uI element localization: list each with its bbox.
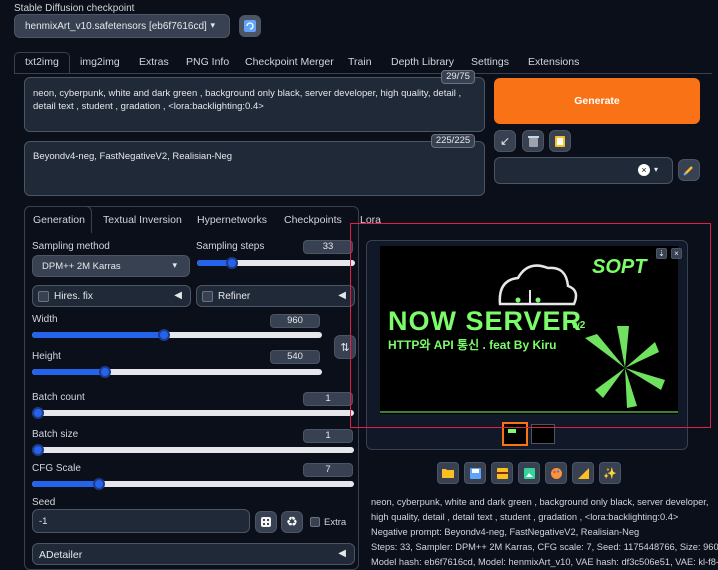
tab-checkpoint-merger[interactable]: Checkpoint Merger bbox=[245, 56, 334, 76]
adetailer-accordion[interactable]: ADetailer ◀ bbox=[32, 543, 355, 565]
prompt-token-counter: 29/75 bbox=[441, 70, 475, 84]
cfg-scale-label: CFG Scale bbox=[32, 463, 81, 474]
extra-checkbox[interactable] bbox=[310, 517, 320, 527]
height-label: Height bbox=[32, 351, 61, 362]
tab-txt2img[interactable]: txt2img bbox=[25, 56, 59, 76]
hires-fix-label: Hires. fix bbox=[54, 291, 93, 302]
chevron-down-icon: ▾ bbox=[210, 20, 215, 30]
refresh-icon[interactable] bbox=[239, 15, 261, 37]
clear-icon[interactable]: × bbox=[638, 164, 650, 176]
prompt-textarea[interactable]: neon, cyberpunk, white and dark green , … bbox=[24, 77, 485, 132]
seed-value: -1 bbox=[39, 516, 48, 527]
info-line-2: high quality, detail , detail text , stu… bbox=[371, 512, 679, 522]
batch-count-thumb[interactable] bbox=[32, 407, 44, 419]
chevron-down-icon: ▾ bbox=[172, 260, 177, 270]
cfg-scale-slider[interactable] bbox=[32, 478, 354, 490]
refiner-checkbox[interactable] bbox=[202, 291, 213, 302]
refiner-accordion[interactable]: Refiner ◀ bbox=[196, 285, 355, 307]
batch-size-label: Batch size bbox=[32, 429, 79, 440]
batch-count-input[interactable]: 1 bbox=[303, 392, 353, 406]
tab-settings[interactable]: Settings bbox=[471, 56, 509, 76]
adetailer-label: ADetailer bbox=[39, 549, 83, 561]
sparkle-icon[interactable]: ✨ bbox=[599, 462, 621, 484]
refiner-label: Refiner bbox=[218, 291, 251, 302]
send-to-extras-icon[interactable] bbox=[572, 462, 594, 484]
width-label: Width bbox=[32, 314, 58, 325]
negative-token-counter: 225/225 bbox=[431, 134, 475, 148]
subtab-textual-inversion[interactable]: Textual Inversion bbox=[103, 214, 182, 226]
checkpoint-select[interactable]: henmixArt_v10.safetensors [eb6f7616cd] ▾ bbox=[14, 14, 230, 38]
clipboard-icon[interactable] bbox=[549, 130, 571, 152]
sampling-steps-input[interactable]: 33 bbox=[303, 240, 353, 254]
tab-img2img[interactable]: img2img bbox=[80, 56, 120, 76]
trash-icon[interactable] bbox=[522, 130, 544, 152]
checkpoint-value: henmixArt_v10.safetensors [eb6f7616cd] bbox=[25, 21, 207, 32]
tab-train[interactable]: Train bbox=[348, 56, 372, 76]
subtab-hypernetworks[interactable]: Hypernetworks bbox=[197, 214, 267, 226]
batch-count-slider[interactable] bbox=[32, 407, 354, 419]
send-to-img2img-icon[interactable] bbox=[518, 462, 540, 484]
cfg-scale-thumb[interactable] bbox=[93, 478, 105, 490]
sampling-steps-slider[interactable] bbox=[197, 257, 355, 269]
sampling-method-select[interactable]: DPM++ 2M Karras ▾ bbox=[32, 255, 190, 277]
sampling-steps-label: Sampling steps bbox=[196, 241, 265, 252]
tab-extras[interactable]: Extras bbox=[139, 56, 169, 76]
generate-button[interactable]: Generate bbox=[494, 78, 700, 124]
collapse-arrow-icon: ◀ bbox=[174, 290, 182, 301]
recycle-icon[interactable]: ♻ bbox=[281, 511, 303, 533]
collapse-arrow-icon: ◀ bbox=[338, 548, 346, 559]
hires-fix-accordion[interactable]: Hires. fix ◀ bbox=[32, 285, 191, 307]
batch-count-label: Batch count bbox=[32, 392, 85, 403]
tab-png-info[interactable]: PNG Info bbox=[186, 56, 229, 76]
sampling-method-label: Sampling method bbox=[32, 241, 110, 252]
sampling-steps-thumb[interactable] bbox=[226, 257, 238, 269]
width-slider[interactable] bbox=[32, 329, 322, 341]
send-to-inpaint-icon[interactable] bbox=[545, 462, 567, 484]
tab-extensions[interactable]: Extensions bbox=[528, 56, 579, 76]
collapse-arrow-icon: ◀ bbox=[338, 290, 346, 301]
extra-label: Extra bbox=[324, 517, 347, 528]
highlight-box bbox=[350, 223, 711, 428]
thumbnail-art bbox=[508, 429, 516, 433]
height-thumb[interactable] bbox=[99, 366, 111, 378]
styles-select[interactable]: × ▾ bbox=[494, 157, 673, 184]
zip-icon[interactable] bbox=[491, 462, 513, 484]
info-line-1: neon, cyberpunk, white and dark green , … bbox=[371, 497, 709, 507]
seed-label: Seed bbox=[32, 497, 56, 508]
chevron-down-icon: ▾ bbox=[654, 165, 659, 174]
batch-size-thumb[interactable] bbox=[32, 444, 44, 456]
read-params-icon[interactable]: ↙ bbox=[494, 130, 516, 152]
sampling-method-value: DPM++ 2M Karras bbox=[42, 261, 121, 272]
height-slider[interactable] bbox=[32, 366, 322, 378]
hires-fix-checkbox[interactable] bbox=[38, 291, 49, 302]
batch-size-input[interactable]: 1 bbox=[303, 429, 353, 443]
subtab-generation[interactable]: Generation bbox=[33, 214, 85, 226]
width-fill bbox=[32, 332, 163, 338]
save-icon[interactable] bbox=[464, 462, 486, 484]
edit-styles-icon[interactable] bbox=[678, 159, 700, 181]
height-input[interactable]: 540 bbox=[270, 350, 320, 364]
cfg-scale-input[interactable]: 7 bbox=[303, 463, 353, 477]
batch-size-slider[interactable] bbox=[32, 444, 354, 456]
prompt-text: neon, cyberpunk, white and dark green , … bbox=[33, 88, 462, 112]
height-fill bbox=[32, 369, 102, 375]
subtab-checkpoints[interactable]: Checkpoints bbox=[284, 214, 342, 226]
checkpoint-label: Stable Diffusion checkpoint bbox=[14, 3, 135, 14]
cfg-scale-fill bbox=[32, 481, 97, 487]
generate-label: Generate bbox=[574, 95, 620, 107]
folder-icon[interactable] bbox=[437, 462, 459, 484]
width-input[interactable]: 960 bbox=[270, 314, 320, 328]
negative-prompt-text: Beyondv4-neg, FastNegativeV2, Realisian-… bbox=[33, 151, 233, 162]
negative-prompt-textarea[interactable]: Beyondv4-neg, FastNegativeV2, Realisian-… bbox=[24, 141, 485, 196]
dice-icon[interactable] bbox=[255, 511, 277, 533]
seed-input[interactable]: -1 bbox=[32, 509, 250, 533]
info-line-3: Negative prompt: Beyondv4-neg, FastNegat… bbox=[371, 527, 640, 537]
width-thumb[interactable] bbox=[158, 329, 170, 341]
info-line-4: Steps: 33, Sampler: DPM++ 2M Karras, CFG… bbox=[371, 542, 718, 552]
info-line-5: Model hash: eb6f7616cd, Model: henmixArt… bbox=[371, 557, 718, 567]
